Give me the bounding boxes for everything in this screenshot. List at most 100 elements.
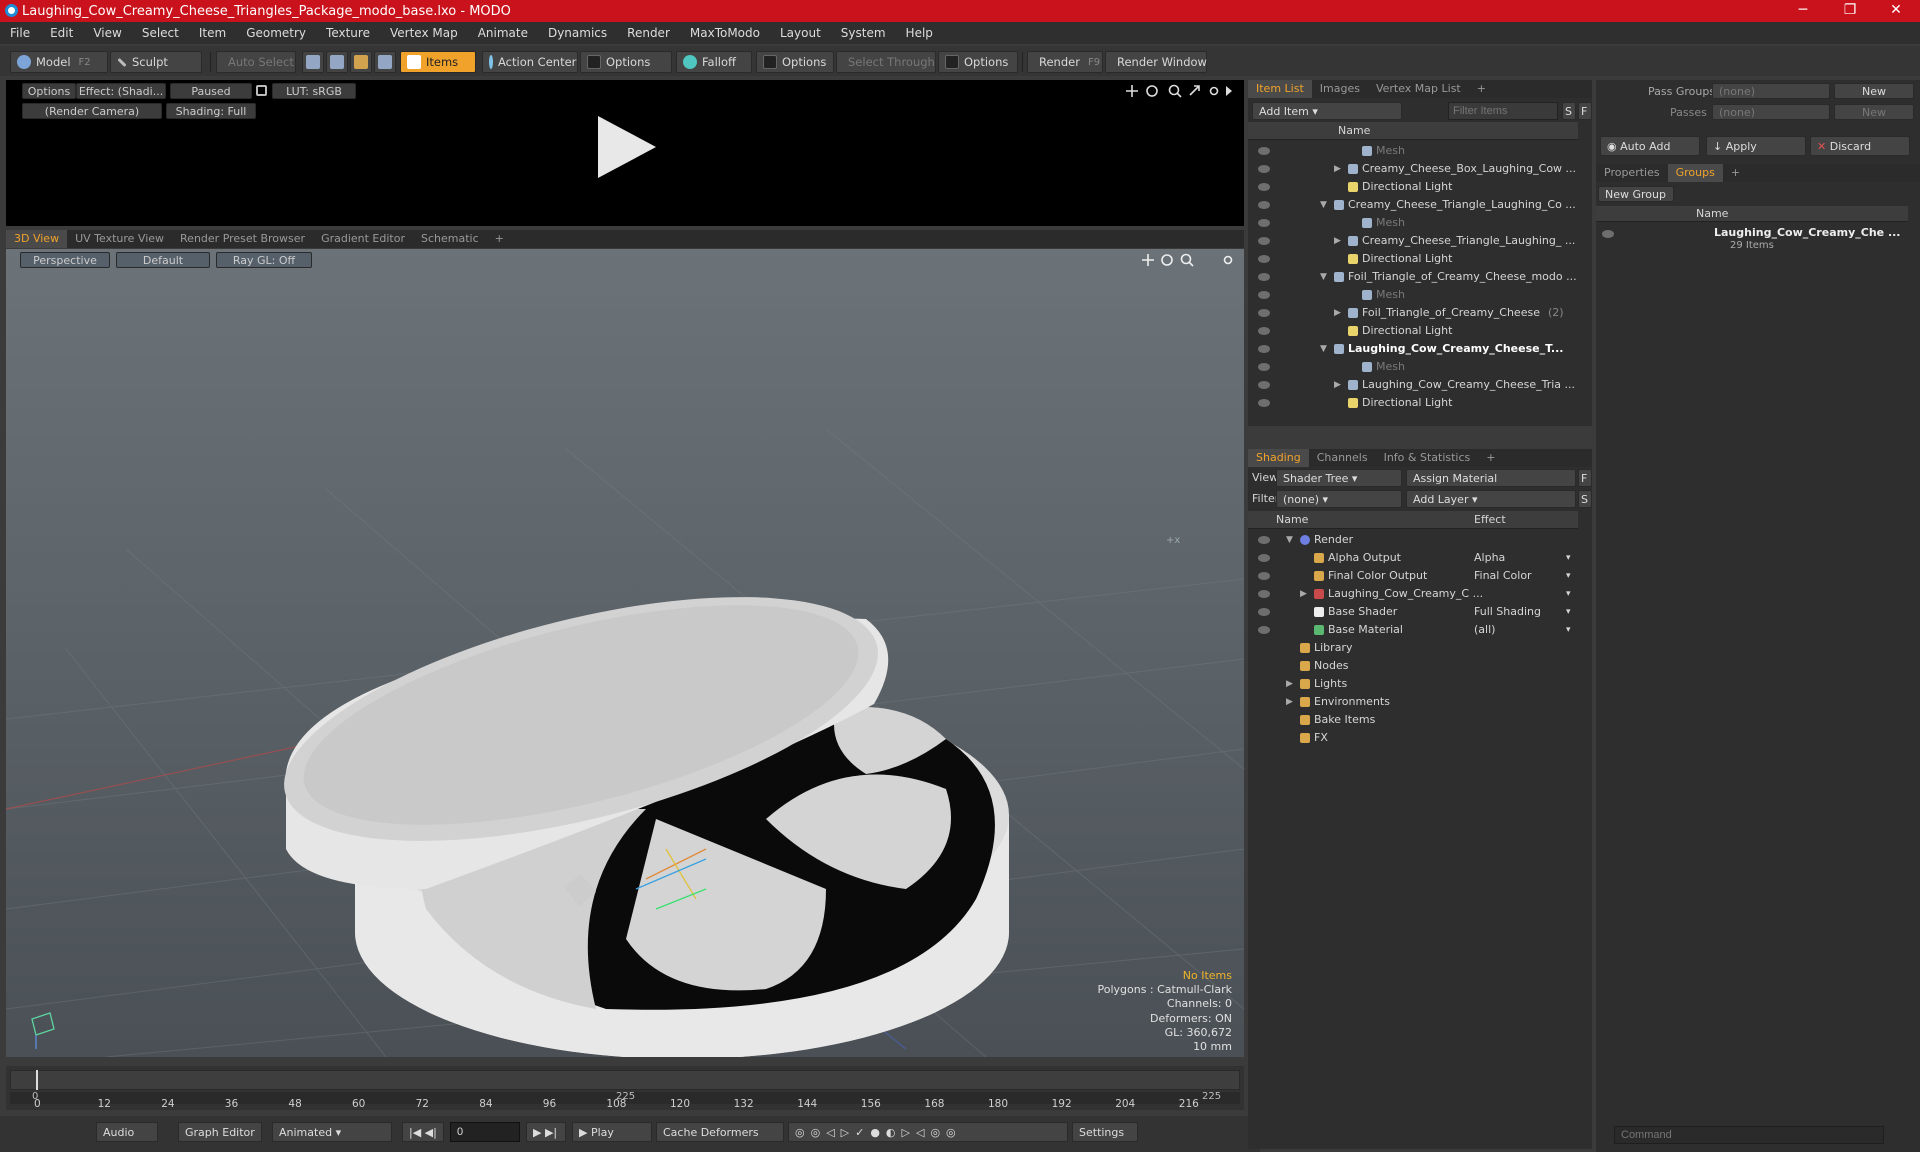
chevron-down-icon[interactable]: ▾ (1566, 603, 1571, 621)
action-center-options-button[interactable]: Options (580, 51, 672, 73)
render-window-button[interactable]: Render Window (1105, 51, 1207, 73)
auto-add-button[interactable]: ◉ Auto Add (1600, 136, 1700, 156)
shader-tree-row[interactable]: Nodes (1248, 657, 1578, 675)
eye-icon[interactable] (1258, 345, 1270, 353)
shader-effect-value[interactable]: Full Shading (1474, 603, 1541, 621)
eye-icon[interactable] (1258, 536, 1270, 544)
passes-dropdown[interactable]: (none) (1712, 104, 1830, 120)
graph-editor-button[interactable]: Graph Editor (178, 1122, 262, 1142)
falloff-options-button[interactable]: Options (756, 51, 834, 73)
menu-item-13[interactable]: System (831, 26, 896, 40)
eye-icon[interactable] (1258, 626, 1270, 634)
item-list-row[interactable]: ▶ Foil_Triangle_of_Creamy_Cheese (2) (1248, 304, 1578, 322)
item-list-row[interactable]: Directional Light (1248, 250, 1578, 268)
item-list-row[interactable]: Directional Light (1248, 178, 1578, 196)
eye-icon[interactable] (1258, 201, 1270, 209)
close-button[interactable]: ✕ (1876, 0, 1916, 22)
menu-item-1[interactable]: Edit (40, 26, 83, 40)
select-through-options-button[interactable]: Options (938, 51, 1018, 73)
item-list-row[interactable]: ▶ Creamy_Cheese_Triangle_Laughing_ ... (1248, 232, 1578, 250)
chevron-down-icon[interactable]: ▾ (1566, 585, 1571, 603)
tab-il-tabs-2[interactable]: Vertex Map List (1368, 80, 1469, 98)
filter-dropdown[interactable]: (none) ▾ (1276, 490, 1402, 508)
maximize-button[interactable]: ❐ (1830, 0, 1870, 22)
item-list-row[interactable]: Directional Light (1248, 322, 1578, 340)
auto-select-button[interactable]: Auto Select (216, 51, 296, 73)
items-mode-button[interactable]: Items (400, 51, 476, 73)
pass-groups-dropdown[interactable]: (none) (1712, 83, 1830, 99)
filter-s-button[interactable]: S (1562, 102, 1576, 120)
eye-icon[interactable] (1258, 237, 1270, 245)
eye-icon[interactable] (1258, 363, 1270, 371)
preview-paused-button[interactable]: Paused (170, 83, 252, 99)
preview-effect-dropdown[interactable]: Effect: (Shadi... (76, 83, 166, 99)
expand-arrow-icon[interactable]: ▶ (1286, 693, 1293, 711)
eye-icon[interactable] (1258, 554, 1270, 562)
falloff-button[interactable]: Falloff (676, 51, 752, 73)
timeline-ruler[interactable] (10, 1070, 1240, 1090)
action-center-button[interactable]: Action Center (482, 51, 578, 73)
item-list-row[interactable]: Mesh (1248, 142, 1578, 160)
menu-item-6[interactable]: Texture (316, 26, 380, 40)
shader-effect-value[interactable]: Alpha (1474, 549, 1505, 567)
eye-icon[interactable] (1258, 147, 1270, 155)
menu-item-2[interactable]: View (83, 26, 131, 40)
menu-item-12[interactable]: Layout (770, 26, 831, 40)
eye-icon[interactable] (1258, 183, 1270, 191)
item-list-row[interactable]: Mesh (1248, 214, 1578, 232)
eye-icon[interactable] (1602, 230, 1614, 238)
new-group-button[interactable]: New Group (1598, 186, 1674, 202)
menu-item-0[interactable]: File (0, 26, 40, 40)
item-list-row[interactable]: ▼ Laughing_Cow_Creamy_Cheese_T... (1248, 340, 1578, 358)
menu-item-5[interactable]: Geometry (236, 26, 316, 40)
eye-icon[interactable] (1258, 590, 1270, 598)
eye-icon[interactable] (1258, 572, 1270, 580)
play-preview-icon[interactable] (590, 112, 660, 182)
add-tab-icon[interactable]: + (1723, 164, 1748, 182)
expand-arrow-icon[interactable]: ▼ (1286, 531, 1293, 549)
chevron-down-icon[interactable]: ▾ (1566, 621, 1571, 639)
menu-item-10[interactable]: Render (617, 26, 680, 40)
group-row[interactable]: Laughing_Cow_Creamy_Che ... 29 Items (1596, 224, 1908, 256)
expand-arrow-icon[interactable]: ▶ (1300, 585, 1307, 603)
select-polygons-button[interactable] (350, 51, 372, 73)
command-input[interactable] (1614, 1126, 1884, 1144)
menu-item-4[interactable]: Item (189, 26, 236, 40)
tab-vp-tabs-2[interactable]: Render Preset Browser (172, 230, 313, 248)
shading-dropdown[interactable]: Shading: Full (166, 103, 256, 119)
item-list-row[interactable]: ▼ Foil_Triangle_of_Creamy_Cheese_modo ... (1248, 268, 1578, 286)
shader-tree-row[interactable]: FX (1248, 729, 1578, 747)
chevron-down-icon[interactable]: ▾ (1566, 549, 1571, 567)
key-tools-strip[interactable]: ◎◎◁▷✓●◐▷◁◎◎ (788, 1122, 1068, 1142)
expand-arrow-icon[interactable]: ▶ (1334, 376, 1341, 394)
tab-sh-tabs-0[interactable]: Shading (1248, 449, 1309, 467)
expand-arrow-icon[interactable]: ▶ (1334, 232, 1341, 250)
shader-tree-row[interactable]: Library (1248, 639, 1578, 657)
chevron-down-icon[interactable]: ▾ (1566, 567, 1571, 585)
shader-effect-value[interactable]: (all) (1474, 621, 1495, 639)
item-list-row[interactable]: ▶ Laughing_Cow_Creamy_Cheese_Tria ... (1248, 376, 1578, 394)
filter-items-input[interactable] (1448, 102, 1558, 120)
expand-arrow-icon[interactable]: ▶ (1334, 160, 1341, 178)
preview-options-button[interactable]: Options (22, 83, 76, 99)
lut-dropdown[interactable]: LUT: sRGB (272, 83, 356, 99)
select-vertices-button[interactable] (302, 51, 324, 73)
tab-vp-tabs-1[interactable]: UV Texture View (67, 230, 172, 248)
cache-deformers-button[interactable]: Cache Deformers (656, 1122, 784, 1142)
eye-icon[interactable] (1258, 309, 1270, 317)
select-edges-button[interactable] (326, 51, 348, 73)
select-through-button[interactable]: Select Through (836, 51, 936, 73)
add-tab-icon[interactable]: + (487, 230, 512, 248)
eye-icon[interactable] (1258, 399, 1270, 407)
eye-icon[interactable] (1258, 219, 1270, 227)
shading-f-button[interactable]: F (1578, 469, 1592, 487)
tab-rp-tabs-1[interactable]: Groups (1667, 164, 1723, 182)
3d-viewport[interactable]: Perspective Default Ray GL: Off +x No It… (6, 249, 1244, 1057)
expand-arrow-icon[interactable]: ▶ (1334, 304, 1341, 322)
new-pass-button[interactable]: New (1834, 104, 1914, 120)
apply-button[interactable]: ↓ Apply (1706, 136, 1806, 156)
view-dropdown[interactable]: Shader Tree ▾ (1276, 469, 1402, 487)
eye-icon[interactable] (1258, 291, 1270, 299)
minimize-button[interactable]: ─ (1783, 0, 1823, 22)
shader-tree-row[interactable]: Alpha Output Alpha ▾ (1248, 549, 1578, 567)
